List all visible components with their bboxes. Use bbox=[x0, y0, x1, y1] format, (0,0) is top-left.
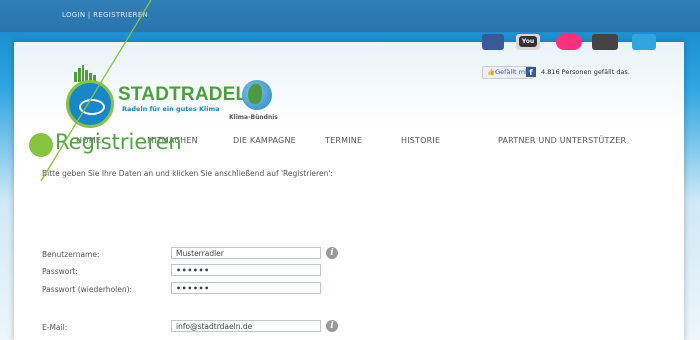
page-container: You 👍Gefällt mir f 4.816 Personen gefäll… bbox=[14, 34, 684, 340]
register-link[interactable]: REGISTRIEREN bbox=[93, 11, 148, 19]
thumbs-up-icon: 👍 bbox=[487, 68, 496, 76]
annotation-dot bbox=[29, 133, 53, 157]
link-separator: | bbox=[87, 11, 91, 19]
nav-termine[interactable]: TERMINE bbox=[325, 136, 362, 145]
flickr-icon[interactable] bbox=[556, 34, 582, 50]
account-links: LOGIN | REGISTRIEREN bbox=[62, 11, 148, 19]
username-label: Benutzername: bbox=[42, 250, 100, 259]
email-label: E-Mail: bbox=[42, 323, 68, 332]
login-link[interactable]: LOGIN bbox=[62, 11, 85, 19]
nav-historie[interactable]: HISTORIE bbox=[401, 136, 440, 145]
nav-partner[interactable]: PARTNER UND UNTERSTÜTZER bbox=[498, 136, 626, 145]
info-icon[interactable]: i bbox=[326, 320, 338, 332]
like-count: 4.816 Personen gefällt das. bbox=[541, 68, 630, 76]
facebook-small-icon: f bbox=[526, 67, 536, 77]
password-repeat-field[interactable]: •••••• bbox=[171, 282, 321, 294]
top-bar: LOGIN | REGISTRIEREN bbox=[0, 0, 700, 32]
logo-title[interactable]: STADTRADELN bbox=[118, 84, 261, 106]
email-field[interactable]: info@stadtrdaeln.de bbox=[171, 320, 321, 332]
intro-text: Bitte geben Sie Ihre Daten an und klicke… bbox=[42, 169, 333, 178]
globe-icon[interactable] bbox=[242, 80, 272, 110]
nav-die-kampagne[interactable]: DIE KAMPAGNE bbox=[233, 136, 296, 145]
bicycle-logo-icon[interactable] bbox=[66, 80, 114, 128]
password-label: Passwort: bbox=[42, 267, 78, 276]
youtube-icon[interactable]: You bbox=[516, 34, 540, 50]
facebook-icon[interactable] bbox=[482, 34, 504, 50]
page-title: Registrieren bbox=[55, 130, 182, 154]
password-field[interactable]: •••••• bbox=[171, 264, 321, 276]
wordpress-icon[interactable] bbox=[592, 34, 618, 50]
header-background bbox=[14, 42, 684, 127]
username-field[interactable]: Musterradler bbox=[171, 247, 321, 259]
info-icon[interactable]: i bbox=[326, 247, 338, 259]
logo-subtitle: Radeln für ein gutes Klima bbox=[122, 105, 220, 113]
partner-logo-text: Klima-Bündnis bbox=[229, 114, 278, 121]
password-repeat-label: Passwort (wiederholen): bbox=[42, 285, 133, 294]
twitter-icon[interactable] bbox=[632, 34, 656, 50]
